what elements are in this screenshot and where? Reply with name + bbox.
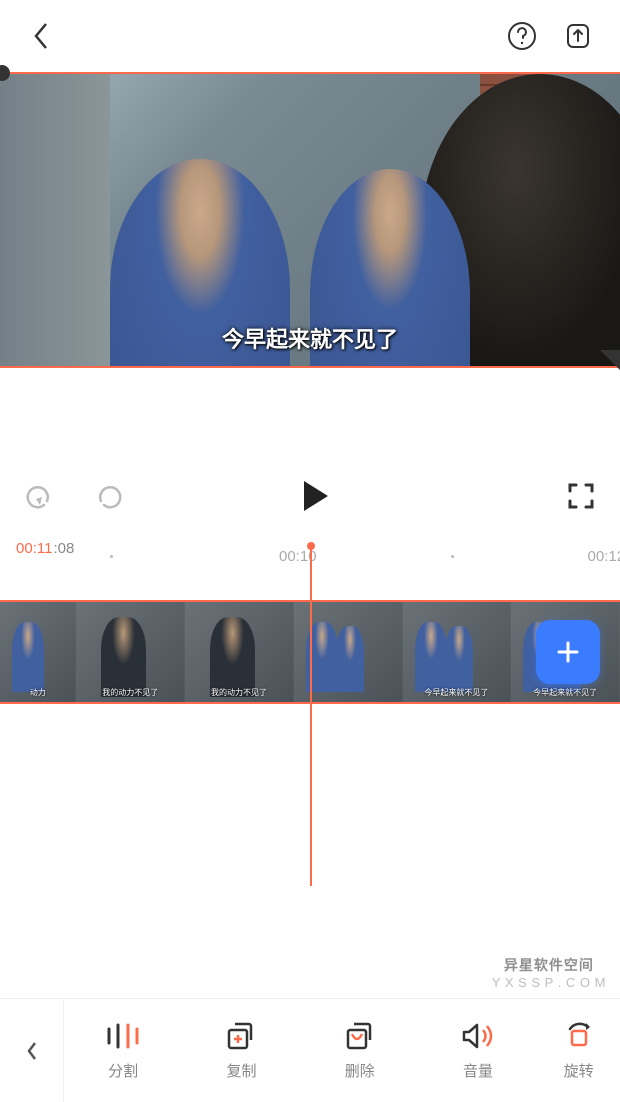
bottom-toolbar: 分割 复制 删除 音量 旋转 xyxy=(0,998,620,1102)
split-icon xyxy=(106,1020,140,1052)
tool-label: 音量 xyxy=(463,1060,493,1081)
play-button[interactable] xyxy=(300,479,330,518)
video-preview-wrap: 今早起来就不见了 xyxy=(0,72,620,368)
undo-button[interactable] xyxy=(24,481,54,516)
tool-volume[interactable]: 音量 xyxy=(419,999,537,1102)
timeline-thumb[interactable]: 我的动力不见了 xyxy=(185,602,294,702)
help-icon xyxy=(507,21,537,51)
copy-icon xyxy=(225,1020,257,1052)
watermark-cn: 异星软件空间 xyxy=(492,955,606,975)
time-mark: 00:12 xyxy=(588,548,620,565)
playback-controls xyxy=(0,468,620,528)
chevron-left-icon xyxy=(25,1040,39,1062)
back-button[interactable] xyxy=(24,18,60,54)
header-left xyxy=(24,18,60,54)
rotate-icon xyxy=(564,1020,594,1052)
toolbar-back-button[interactable] xyxy=(0,999,64,1102)
header xyxy=(0,0,620,72)
delete-icon xyxy=(344,1020,376,1052)
tool-rotate[interactable]: 旋转 xyxy=(537,999,620,1102)
undo-icon xyxy=(24,481,54,511)
plus-icon xyxy=(553,637,583,667)
watermark: 异星软件空间 Y X S S P . C O M xyxy=(492,955,606,990)
tool-delete[interactable]: 删除 xyxy=(301,999,419,1102)
toolbar-items: 分割 复制 删除 音量 旋转 xyxy=(64,999,620,1102)
tool-label: 旋转 xyxy=(564,1060,594,1081)
crop-handle-bottom-right[interactable] xyxy=(600,350,620,372)
fullscreen-button[interactable] xyxy=(566,481,596,516)
help-button[interactable] xyxy=(504,18,540,54)
tool-label: 复制 xyxy=(226,1060,256,1081)
watermark-en: Y X S S P . C O M xyxy=(492,975,606,990)
playhead[interactable] xyxy=(310,546,312,886)
timeline-thumb[interactable]: 今早起来就不见了 xyxy=(403,602,512,702)
volume-icon xyxy=(461,1020,495,1052)
export-icon xyxy=(563,21,593,51)
tool-split[interactable]: 分割 xyxy=(64,999,182,1102)
chevron-left-icon xyxy=(32,20,52,52)
timeline-thumb[interactable]: 我的动力不见了 xyxy=(76,602,185,702)
video-preview[interactable]: 今早起来就不见了 xyxy=(0,72,620,368)
video-subtitle: 今早起来就不见了 xyxy=(222,322,398,354)
header-right xyxy=(504,18,596,54)
timeline-thumb[interactable]: 动力 xyxy=(0,602,76,702)
tool-label: 分割 xyxy=(108,1060,138,1081)
add-clip-button[interactable] xyxy=(536,620,600,684)
export-button[interactable] xyxy=(560,18,596,54)
tool-label: 删除 xyxy=(345,1060,375,1081)
timeline-wrap: 动力 我的动力不见了 我的动力不见了 今早起来就不见了 今早起来就不见了 xyxy=(0,600,620,704)
tool-copy[interactable]: 复制 xyxy=(182,999,300,1102)
fullscreen-icon xyxy=(566,481,596,511)
play-icon xyxy=(300,479,330,513)
